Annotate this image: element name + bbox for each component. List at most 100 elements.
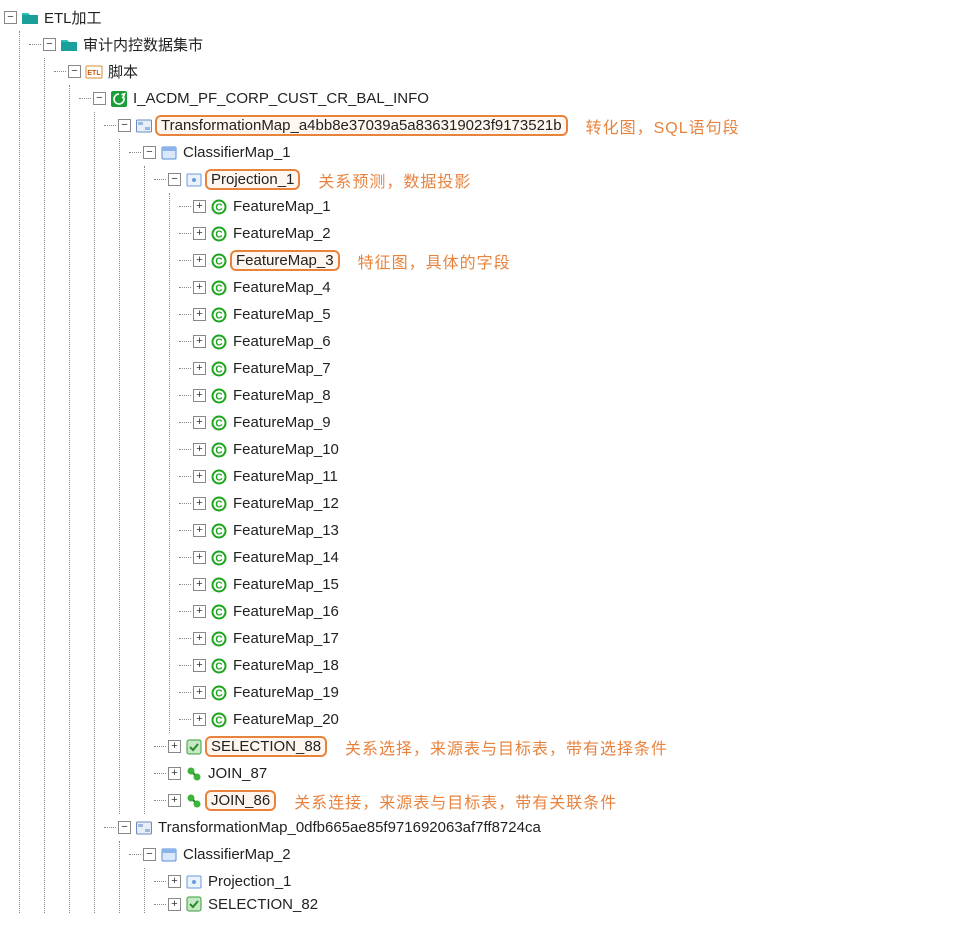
tree-node-feature[interactable]: FeatureMap_4 (179, 274, 980, 301)
feature-icon (210, 414, 228, 432)
tree-node-feature[interactable]: FeatureMap_15 (179, 571, 980, 598)
tree-node-classifier[interactable]: ClassifierMap_2 (129, 841, 980, 913)
tree-node-feature[interactable]: FeatureMap_10 (179, 436, 980, 463)
toggle-icon[interactable] (193, 686, 206, 699)
toggle-icon[interactable] (43, 38, 56, 51)
tree-connector (104, 125, 116, 126)
tree-node-feature[interactable]: FeatureMap_18 (179, 652, 980, 679)
node-label: FeatureMap_15 (230, 575, 342, 594)
tree-node-join[interactable]: JOIN_86 关系连接，来源表与目标表，带有关联条件 (154, 787, 980, 814)
tree-node-feature[interactable]: FeatureMap_20 (179, 706, 980, 733)
tree-node-selection[interactable]: SELECTION_88 关系选择，来源表与目标表，带有选择条件 (154, 733, 980, 760)
tree-node-feature[interactable]: FeatureMap_11 (179, 463, 980, 490)
tree-root: ETL加工 审计内控数据集市 (0, 0, 980, 913)
tree-node-feature[interactable]: FeatureMap_9 (179, 409, 980, 436)
tree-node-job[interactable]: I_ACDM_PF_CORP_CUST_CR_BAL_INFO (79, 85, 980, 913)
node-label: FeatureMap_6 (230, 332, 334, 351)
tree-node-script[interactable]: 脚本 I_ACDM_PF_CORP_CUST_CR_BAL_INFO (54, 58, 980, 913)
toggle-icon[interactable] (93, 92, 106, 105)
tree-node-feature[interactable]: FeatureMap_3特征图，具体的字段 (179, 247, 980, 274)
tree-node-feature[interactable]: FeatureMap_8 (179, 382, 980, 409)
tree-node-feature[interactable]: FeatureMap_13 (179, 517, 980, 544)
tree-node-feature[interactable]: FeatureMap_14 (179, 544, 980, 571)
toggle-icon[interactable] (193, 659, 206, 672)
tree-node-feature[interactable]: FeatureMap_5 (179, 301, 980, 328)
tree-node-transmap[interactable]: TransformationMap_0dfb665ae85f971692063a… (104, 814, 980, 913)
node-label: Projection_1 (205, 169, 300, 190)
annotation: 关系选择，来源表与目标表，带有选择条件 (345, 735, 668, 759)
tree-node-transmap[interactable]: TransformationMap_a4bb8e37039a5a83631902… (104, 112, 980, 814)
toggle-icon[interactable] (168, 794, 181, 807)
node-label: TransformationMap_a4bb8e37039a5a83631902… (155, 115, 568, 136)
tree-node-projection[interactable]: Projection_1 关系预测，数据投影 FeatureMap_1Featu… (154, 166, 980, 733)
toggle-icon[interactable] (143, 146, 156, 159)
tree-node-datamart[interactable]: 审计内控数据集市 脚本 (29, 31, 980, 913)
tree-node-projection[interactable]: Projection_1 (154, 868, 980, 895)
tree-node-feature[interactable]: FeatureMap_6 (179, 328, 980, 355)
tree-node-feature[interactable]: FeatureMap_17 (179, 625, 980, 652)
tree-node-selection[interactable]: SELECTION_82 (154, 895, 980, 913)
classifier-icon (160, 846, 178, 864)
toggle-icon[interactable] (168, 767, 181, 780)
tree-node-join[interactable]: JOIN_87 (154, 760, 980, 787)
toggle-icon[interactable] (4, 11, 17, 24)
toggle-icon[interactable] (193, 470, 206, 483)
node-label: ClassifierMap_2 (180, 845, 294, 864)
feature-icon (210, 225, 228, 243)
toggle-icon[interactable] (193, 227, 206, 240)
toggle-icon[interactable] (193, 389, 206, 402)
tree-connector (179, 206, 191, 207)
toggle-icon[interactable] (193, 713, 206, 726)
tree-node-feature[interactable]: FeatureMap_2 (179, 220, 980, 247)
toggle-icon[interactable] (193, 551, 206, 564)
toggle-icon[interactable] (143, 848, 156, 861)
tree-node-feature[interactable]: FeatureMap_16 (179, 598, 980, 625)
projection-icon (185, 873, 203, 891)
annotation: 特征图，具体的字段 (358, 249, 511, 273)
tree-connector (79, 98, 91, 99)
tree-node-classifier[interactable]: ClassifierMap_1 (129, 139, 980, 814)
tree-node-feature[interactable]: FeatureMap_7 (179, 355, 980, 382)
feature-icon (210, 711, 228, 729)
toggle-icon[interactable] (193, 362, 206, 375)
tree-connector (154, 773, 166, 774)
tree-connector (154, 746, 166, 747)
node-label: FeatureMap_19 (230, 683, 342, 702)
toggle-icon[interactable] (68, 65, 81, 78)
toggle-icon[interactable] (118, 821, 131, 834)
toggle-icon[interactable] (168, 898, 181, 911)
feature-icon (210, 333, 228, 351)
toggle-icon[interactable] (193, 605, 206, 618)
toggle-icon[interactable] (193, 443, 206, 456)
node-label: FeatureMap_8 (230, 386, 334, 405)
toggle-icon[interactable] (193, 281, 206, 294)
selection-icon (185, 895, 203, 913)
toggle-icon[interactable] (193, 632, 206, 645)
toggle-icon[interactable] (168, 875, 181, 888)
toggle-icon[interactable] (193, 578, 206, 591)
toggle-icon[interactable] (193, 308, 206, 321)
feature-icon (210, 360, 228, 378)
tree-connector (154, 179, 166, 180)
tree-node-feature[interactable]: FeatureMap_19 (179, 679, 980, 706)
toggle-icon[interactable] (193, 416, 206, 429)
toggle-icon[interactable] (168, 740, 181, 753)
tree-node-feature[interactable]: FeatureMap_12 (179, 490, 980, 517)
tree-connector (179, 611, 191, 612)
toggle-icon[interactable] (193, 335, 206, 348)
tree-connector (179, 260, 191, 261)
tree-node-feature[interactable]: FeatureMap_1 (179, 193, 980, 220)
toggle-icon[interactable] (168, 173, 181, 186)
toggle-icon[interactable] (193, 254, 206, 267)
toggle-icon[interactable] (193, 200, 206, 213)
feature-icon (210, 576, 228, 594)
node-label: I_ACDM_PF_CORP_CUST_CR_BAL_INFO (130, 89, 432, 108)
toggle-icon[interactable] (193, 524, 206, 537)
node-label: JOIN_87 (205, 764, 270, 783)
tree-node-etl[interactable]: ETL加工 审计内控数据集市 (4, 4, 980, 913)
feature-icon (210, 387, 228, 405)
node-label: TransformationMap_0dfb665ae85f971692063a… (155, 818, 544, 837)
toggle-icon[interactable] (193, 497, 206, 510)
tree-connector (154, 881, 166, 882)
toggle-icon[interactable] (118, 119, 131, 132)
